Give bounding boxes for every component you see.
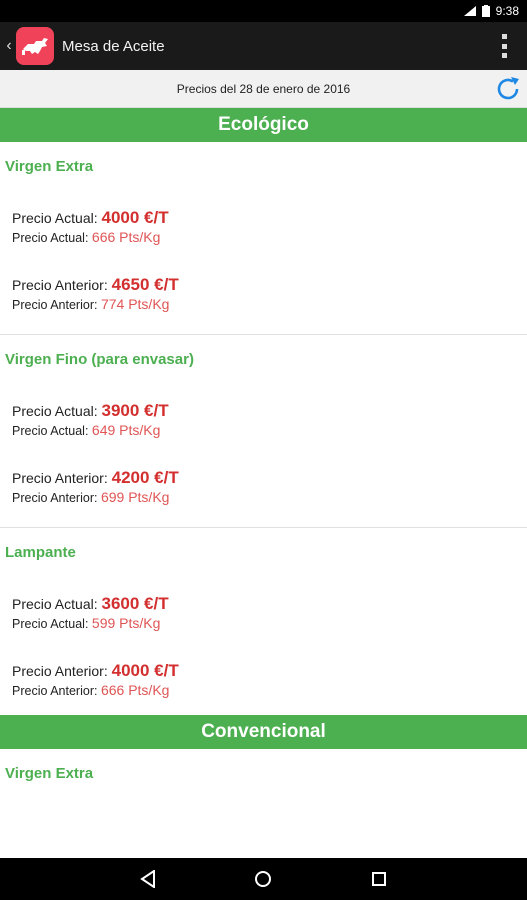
current-price-line: Precio Actual: 3900 €/T [12,401,527,421]
previous-price-label: Precio Anterior: [12,470,108,486]
product-card: Lampante Precio Actual: 3600 €/T Precio … [0,528,527,715]
previous-price-line: Precio Anterior: 4650 €/T [12,275,527,295]
previous-price-pts: 774 Pts/Kg [100,296,170,312]
product-name: Virgen Fino (para envasar) [5,351,194,368]
previous-price-eur: 4200 €/T [111,468,179,487]
section-title: Ecológico [218,114,309,135]
app-logo-icon[interactable] [16,27,54,65]
chevron-left-icon[interactable]: ‹ [2,37,16,55]
current-price-line: Precio Actual: 3600 €/T [12,594,527,614]
current-price-line: Precio Actual: 4000 €/T [12,208,527,228]
previous-price-eur: 4650 €/T [111,275,179,294]
product-card: Virgen Extra [0,749,527,858]
battery-icon [481,5,490,17]
current-price-label: Precio Actual: [12,231,89,245]
overflow-menu-icon[interactable] [501,34,507,58]
date-bar: Precios del 28 de enero de 2016 [0,70,527,108]
current-price-label: Precio Actual: [12,596,98,612]
current-price-pts-line: Precio Actual: 599 Pts/Kg [12,614,527,633]
refresh-icon[interactable] [493,74,523,104]
product-name: Virgen Extra [5,158,94,175]
previous-price-pts: 666 Pts/Kg [100,682,170,698]
previous-price-label: Precio Anterior: [12,298,98,312]
previous-price-line: Precio Anterior: 4000 €/T [12,661,527,681]
status-bar: 9:38 [0,0,527,22]
current-price-pts: 649 Pts/Kg [91,422,161,438]
product-name: Virgen Extra [5,765,94,782]
app-title: Mesa de Aceite [62,37,165,55]
nav-back-icon[interactable] [138,869,158,889]
current-price-label: Precio Actual: [12,403,98,419]
nav-recents-icon[interactable] [369,869,389,889]
current-price-label: Precio Actual: [12,617,89,631]
previous-price-label: Precio Anterior: [12,277,108,293]
product-name: Lampante [5,544,76,561]
current-price-eur: 3600 €/T [101,594,169,613]
nav-home-icon[interactable] [253,869,273,889]
price-list[interactable]: Ecológico Virgen Extra Precio Actual: 40… [0,108,527,858]
current-price-label: Precio Actual: [12,210,98,226]
current-price-eur: 4000 €/T [101,208,169,227]
section-header-convencional: Convencional [0,715,527,749]
previous-price-label: Precio Anterior: [12,491,98,505]
section-header-ecologico: Ecológico [0,108,527,142]
current-price-pts: 599 Pts/Kg [91,615,161,631]
current-price-eur: 3900 €/T [101,401,169,420]
previous-price-label: Precio Anterior: [12,663,108,679]
status-time: 9:38 [495,4,519,18]
action-bar: ‹ Mesa de Aceite [0,22,527,70]
previous-price-pts-line: Precio Anterior: 666 Pts/Kg [12,681,527,700]
product-card: Virgen Fino (para envasar) Precio Actual… [0,335,527,528]
previous-price-label: Precio Anterior: [12,684,98,698]
current-price-pts-line: Precio Actual: 666 Pts/Kg [12,228,527,247]
previous-price-pts-line: Precio Anterior: 699 Pts/Kg [12,488,527,507]
navigation-bar [0,858,527,900]
current-price-label: Precio Actual: [12,424,89,438]
current-price-pts: 666 Pts/Kg [91,229,161,245]
product-card: Virgen Extra Precio Actual: 4000 €/T Pre… [0,142,527,335]
section-title: Convencional [201,721,326,742]
signal-icon [463,6,476,16]
current-price-pts-line: Precio Actual: 649 Pts/Kg [12,421,527,440]
previous-price-line: Precio Anterior: 4200 €/T [12,468,527,488]
previous-price-pts: 699 Pts/Kg [100,489,170,505]
previous-price-eur: 4000 €/T [111,661,179,680]
date-text: Precios del 28 de enero de 2016 [176,81,351,96]
previous-price-pts-line: Precio Anterior: 774 Pts/Kg [12,295,527,314]
